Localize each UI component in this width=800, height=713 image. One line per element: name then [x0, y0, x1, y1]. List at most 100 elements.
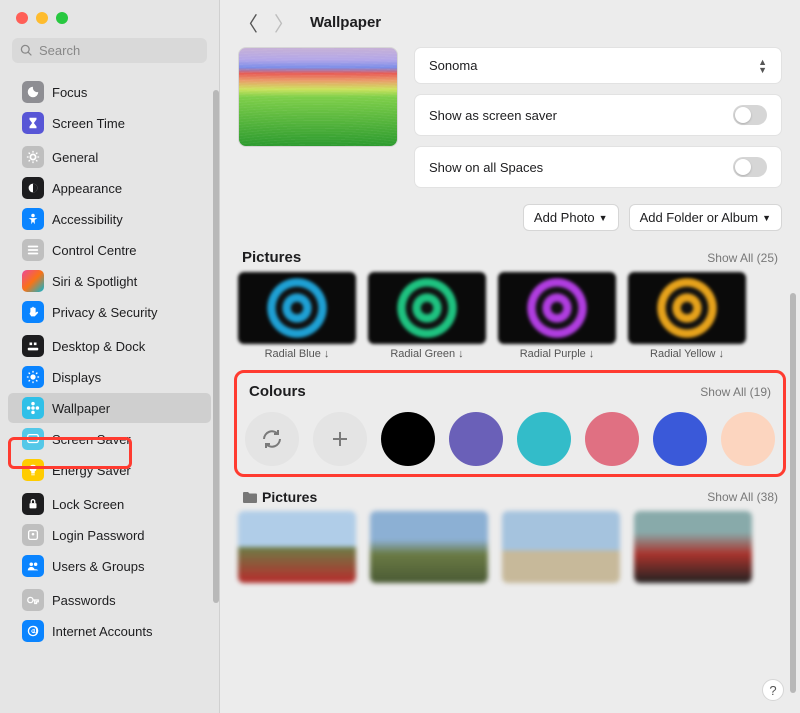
main-content: 〈 〉 Wallpaper Sonoma ▲▼ Show as screen s…	[220, 0, 800, 713]
appearance-icon	[26, 181, 40, 195]
show-all-link[interactable]: Show All (25)	[707, 251, 778, 265]
download-icon: ↓	[458, 348, 464, 360]
colour-swatch[interactable]	[721, 412, 775, 466]
sidebar-item-label: Energy Saver	[52, 463, 201, 478]
wallpaper-thumb[interactable]: Radial Blue↓	[238, 272, 356, 360]
search-input[interactable]: Search	[12, 38, 207, 63]
sidebar-item-general[interactable]: General	[8, 142, 211, 172]
sidebar-item-appearance[interactable]: Appearance	[8, 173, 211, 203]
folder-pictures-section: Pictures Show All (38)	[238, 489, 782, 583]
sidebar-item-label: Login Password	[52, 528, 201, 543]
users-icon	[26, 559, 40, 573]
thumb-label: Radial Green	[390, 348, 455, 360]
download-icon: ↓	[589, 348, 595, 360]
chevron-down-icon: ▼	[762, 213, 771, 223]
show-all-link[interactable]: Show All (38)	[707, 490, 778, 504]
search-icon	[20, 44, 33, 57]
sidebar-item-lock-screen[interactable]: Lock Screen	[8, 489, 211, 519]
show-on-all-spaces-toggle[interactable]	[733, 157, 767, 177]
close-window-button[interactable]	[16, 12, 28, 24]
photo-thumb[interactable]	[634, 511, 752, 583]
colour-swatch[interactable]	[449, 412, 503, 466]
sidebar-item-focus[interactable]: Focus	[8, 77, 211, 107]
sidebar-item-label: Passwords	[52, 593, 201, 608]
wallpaper-thumb[interactable]: Radial Green↓	[368, 272, 486, 360]
wallpaper-name-dropdown[interactable]: Sonoma ▲▼	[414, 47, 782, 84]
sidebar-item-screen-time[interactable]: Screen Time	[8, 108, 211, 138]
show-as-screensaver-row: Show as screen saver	[414, 94, 782, 136]
sidebar-item-screen-saver[interactable]: Screen Saver	[8, 424, 211, 454]
lock-icon	[26, 497, 40, 511]
sidebar-item-displays[interactable]: Displays	[8, 362, 211, 392]
photo-thumb[interactable]	[370, 511, 488, 583]
sidebar-item-wallpaper[interactable]: Wallpaper	[8, 393, 211, 423]
sidebar-item-privacy-security[interactable]: Privacy & Security	[8, 297, 211, 327]
thumb-label: Radial Blue	[265, 348, 321, 360]
sidebar-item-label: Lock Screen	[52, 497, 201, 512]
sidebar-item-energy-saver[interactable]: Energy Saver	[8, 455, 211, 485]
sidebar-item-label: Displays	[52, 370, 201, 385]
sidebar-item-desktop-dock[interactable]: Desktop & Dock	[8, 331, 211, 361]
back-button[interactable]: 〈	[238, 8, 258, 37]
show-as-screensaver-toggle[interactable]	[733, 105, 767, 125]
wallpaper-thumb[interactable]: Radial Yellow↓	[628, 272, 746, 360]
search-placeholder: Search	[39, 43, 80, 58]
siri-icon	[22, 270, 44, 292]
help-button[interactable]: ?	[762, 679, 784, 701]
add-photo-button[interactable]: Add Photo▼	[523, 204, 619, 231]
sidebar-item-passwords[interactable]: Passwords	[8, 585, 211, 615]
row-label: Show on all Spaces	[429, 160, 543, 175]
colour-swatch[interactable]	[653, 412, 707, 466]
add-colour-button[interactable]	[313, 412, 367, 466]
accessibility-icon	[26, 212, 40, 226]
auto-rotate-button[interactable]	[245, 412, 299, 466]
sidebar-item-label: Wallpaper	[52, 401, 201, 416]
download-icon: ↓	[718, 348, 724, 360]
sidebar: Search Focus Screen Time General	[0, 0, 220, 713]
add-folder-album-button[interactable]: Add Folder or Album▼	[629, 204, 782, 231]
photo-thumb[interactable]	[502, 511, 620, 583]
sidebar-item-label: Users & Groups	[52, 559, 201, 574]
fullscreen-window-button[interactable]	[56, 12, 68, 24]
sidebar-item-label: Internet Accounts	[52, 624, 201, 639]
show-on-all-spaces-row: Show on all Spaces	[414, 146, 782, 188]
page-title: Wallpaper	[310, 14, 381, 31]
colour-swatch[interactable]	[381, 412, 435, 466]
colour-swatch[interactable]	[517, 412, 571, 466]
sidebar-scrollbar[interactable]	[213, 90, 219, 603]
help-label: ?	[769, 683, 776, 698]
sidebar-item-label: Desktop & Dock	[52, 339, 201, 354]
forward-button[interactable]: 〉	[274, 8, 294, 37]
sidebar-item-control-centre[interactable]: Control Centre	[8, 235, 211, 265]
section-title: Pictures	[242, 249, 301, 266]
hourglass-icon	[26, 116, 40, 130]
sidebar-item-users-groups[interactable]: Users & Groups	[8, 551, 211, 581]
current-wallpaper-preview[interactable]	[238, 47, 398, 147]
sliders-icon	[26, 243, 40, 257]
sidebar-item-label: Screen Time	[52, 116, 201, 131]
screensaver-icon	[26, 432, 40, 446]
gear-icon	[26, 150, 40, 164]
main-scrollbar[interactable]	[790, 293, 796, 693]
minimize-window-button[interactable]	[36, 12, 48, 24]
row-label: Show as screen saver	[429, 108, 557, 123]
refresh-icon	[260, 427, 284, 451]
sidebar-item-accessibility[interactable]: Accessibility	[8, 204, 211, 234]
at-icon	[26, 624, 40, 638]
moon-icon	[26, 85, 40, 99]
system-settings-window: Search Focus Screen Time General	[0, 0, 800, 713]
show-all-link[interactable]: Show All (19)	[700, 385, 771, 399]
sidebar-item-siri-spotlight[interactable]: Siri & Spotlight	[8, 266, 211, 296]
sidebar-item-internet-accounts[interactable]: Internet Accounts	[8, 616, 211, 646]
flower-icon	[26, 401, 40, 415]
sidebar-item-login-password[interactable]: Login Password	[8, 520, 211, 550]
badge-icon	[26, 528, 40, 542]
wallpaper-thumb[interactable]: Radial Purple↓	[498, 272, 616, 360]
pictures-section: Pictures Show All (25) Radial Blue↓ Radi…	[238, 249, 782, 360]
colour-swatch[interactable]	[585, 412, 639, 466]
chevron-updown-icon: ▲▼	[758, 59, 767, 73]
button-label: Add Photo	[534, 210, 595, 225]
photo-thumb[interactable]	[238, 511, 356, 583]
thumb-label: Radial Yellow	[650, 348, 715, 360]
folder-icon	[242, 490, 258, 504]
